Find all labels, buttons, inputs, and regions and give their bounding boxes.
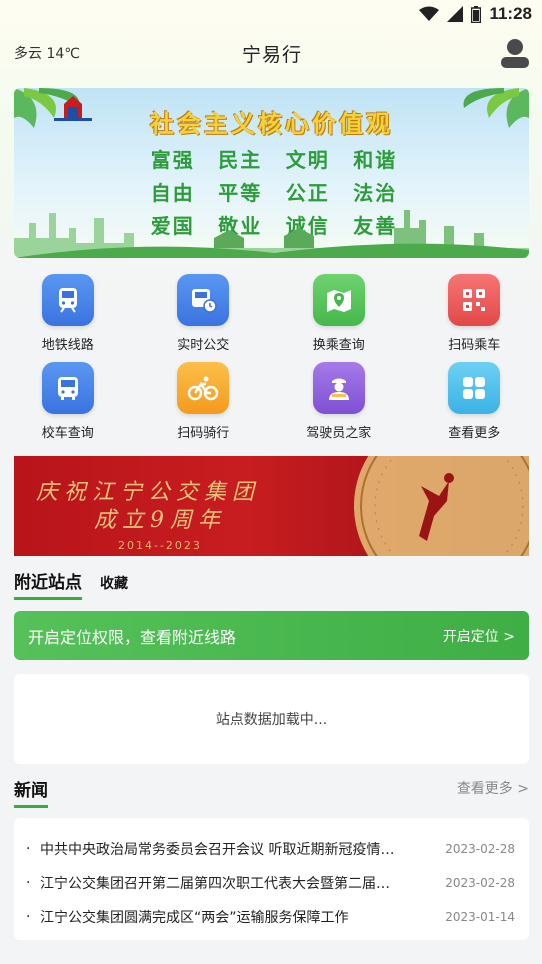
value-text: 和谐	[353, 148, 398, 172]
battery-icon	[471, 5, 482, 23]
news-section-title: 新闻	[14, 776, 48, 808]
news-headline: 江宁公交集团圆满完成区“两会”运输服务保障工作	[40, 910, 349, 926]
news-item[interactable]: · 江宁公交集团召开第二届第四次职工代表大会暨第二届… 2023-02-28	[26, 866, 515, 900]
news-header: 新闻 查看更多 >	[14, 776, 529, 808]
status-bar: 11:28	[0, 0, 542, 28]
menu-item-school-bus[interactable]: 校车查询	[0, 362, 136, 441]
status-time: 11:28	[489, 4, 532, 23]
bullet-icon: ·	[26, 875, 31, 891]
value-text: 富强	[150, 148, 195, 172]
more-grid-icon	[448, 362, 501, 414]
banner-line2: 成立9周年	[94, 508, 226, 533]
menu-item-scan-bike[interactable]: 扫码骑行	[136, 362, 272, 441]
map-pin-icon	[312, 274, 365, 326]
bicycle-icon	[177, 362, 230, 414]
realtime-bus-icon	[177, 274, 230, 326]
menu-label: 校车查询	[41, 426, 94, 441]
menu-item-scan-ride[interactable]: 扫码乘车	[407, 274, 542, 353]
news-item[interactable]: · 江宁公交集团圆满完成区“两会”运输服务保障工作 2023-01-14	[26, 900, 515, 934]
tab-favorites[interactable]: 收藏	[100, 573, 128, 600]
location-prompt-text: 开启定位权限，查看附近线路	[28, 627, 237, 647]
cellular-signal-icon	[447, 6, 464, 22]
station-data-card: 站点数据加载中...	[14, 674, 529, 764]
bullet-icon: ·	[26, 841, 31, 857]
menu-item-driver-home[interactable]: 驾驶员之家	[271, 362, 407, 441]
core-values-banner[interactable]: 社会主义核心价值观 富强 民主 文明 和谐 自由 平等 公正 法治 爱国 敬业 …	[14, 88, 529, 258]
news-headline: 中共中央政治局常务委员会召开会议 听取近期新冠疫情…	[40, 842, 395, 858]
driver-icon	[312, 362, 365, 414]
app-header: 多云 14℃ 宁易行	[0, 30, 542, 76]
station-tabs: 附近站点 收藏	[14, 570, 128, 600]
value-text: 文明	[285, 148, 330, 172]
news-date: 2023-01-14	[445, 910, 515, 924]
anniversary-banner[interactable]: 庆祝江宁公交集团 成立9周年 2014--2023	[14, 456, 529, 556]
banner-headline: 社会主义核心价值观	[150, 109, 393, 138]
menu-label: 查看更多	[448, 426, 501, 441]
banner-years: 2014--2023	[118, 539, 202, 552]
page-title: 宁易行	[241, 43, 302, 66]
news-headline: 江宁公交集团召开第二届第四次职工代表大会暨第二届…	[40, 876, 390, 892]
feature-menu-grid: 地铁线路 实时公交 换乘查询 扫码乘车 校车查询 扫码骑行 驾驶员之家 查看更多	[0, 274, 542, 441]
weather-text: 多云 14℃	[14, 46, 80, 62]
value-text: 民主	[218, 148, 263, 172]
tab-nearby-stations[interactable]: 附近站点	[14, 568, 82, 600]
news-item[interactable]: · 中共中央政治局常务委员会召开会议 听取近期新冠疫情… 2023-02-28	[26, 832, 515, 866]
wifi-icon	[419, 6, 440, 21]
news-date: 2023-02-28	[445, 842, 515, 856]
menu-item-subway[interactable]: 地铁线路	[0, 274, 136, 353]
clock-illustration	[354, 456, 529, 556]
subway-icon	[41, 274, 94, 326]
user-icon	[500, 39, 529, 68]
news-date: 2023-02-28	[445, 876, 515, 890]
menu-item-more[interactable]: 查看更多	[407, 362, 542, 441]
location-permission-bar[interactable]: 开启定位权限，查看附近线路 开启定位 >	[14, 611, 529, 660]
news-list: · 中共中央政治局常务委员会召开会议 听取近期新冠疫情… 2023-02-28 …	[14, 818, 529, 940]
enable-location-button[interactable]: 开启定位 >	[443, 626, 515, 646]
loading-text: 站点数据加载中...	[215, 712, 328, 728]
menu-label: 扫码骑行	[177, 426, 230, 441]
school-bus-icon	[41, 362, 94, 414]
menu-label: 换乘查询	[312, 338, 365, 353]
bullet-icon: ·	[26, 909, 31, 925]
menu-label: 实时公交	[177, 338, 230, 353]
menu-item-transfer[interactable]: 换乘查询	[271, 274, 407, 353]
user-profile-button[interactable]	[430, 38, 530, 68]
menu-label: 地铁线路	[41, 338, 94, 353]
news-more-link[interactable]: 查看更多 >	[457, 776, 529, 798]
qr-code-icon	[448, 274, 501, 326]
menu-label: 扫码乘车	[448, 338, 501, 353]
city-skyline-illustration	[14, 210, 529, 258]
menu-item-realtime-bus[interactable]: 实时公交	[136, 274, 272, 353]
menu-label: 驾驶员之家	[306, 426, 372, 441]
